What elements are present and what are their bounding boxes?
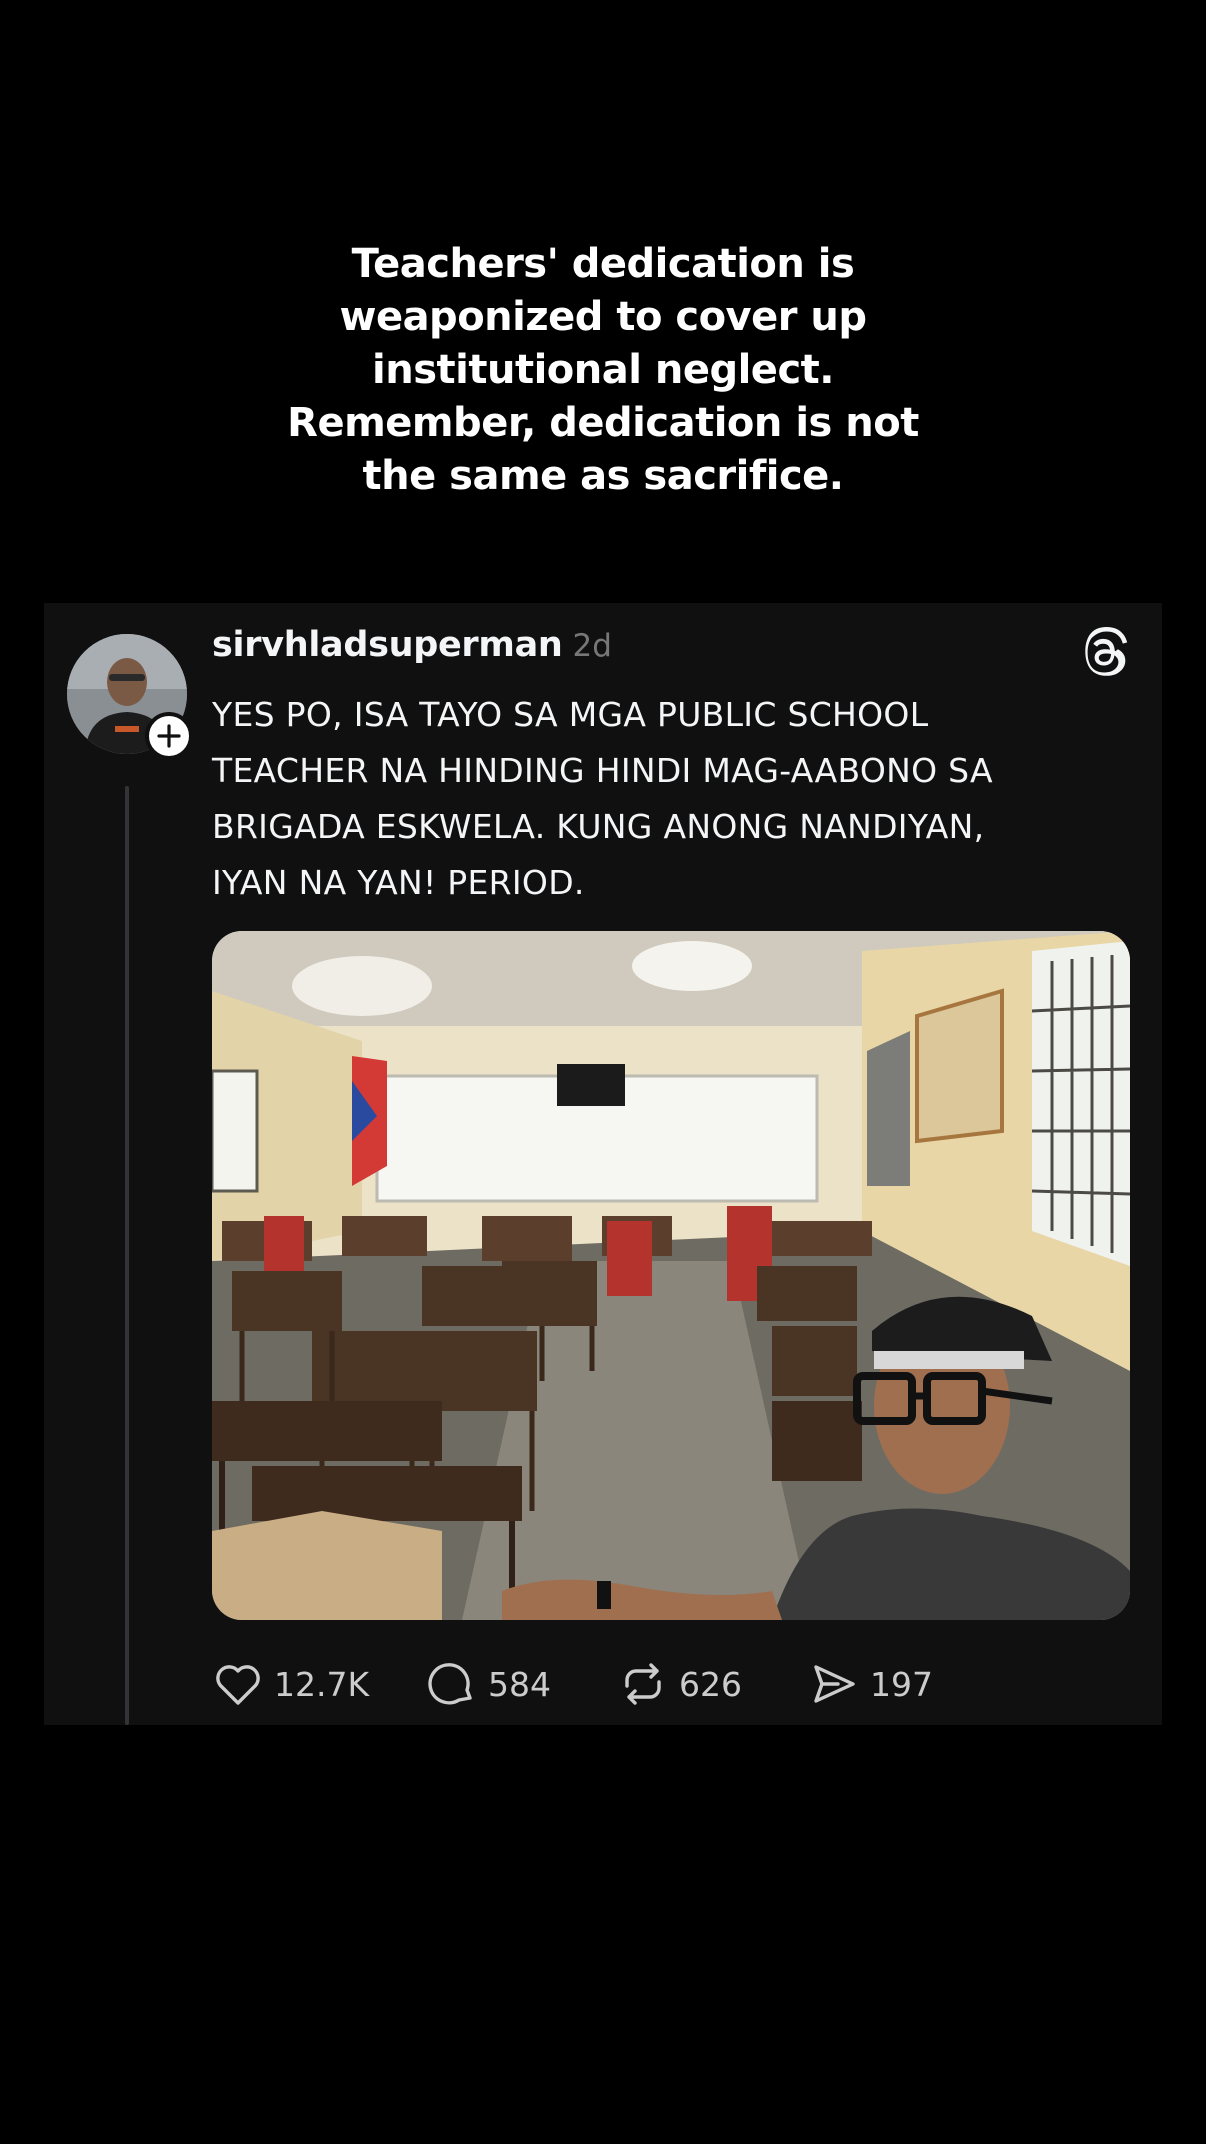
repost-icon [625,1663,661,1705]
reply-count: 584 [488,1664,551,1704]
post-text-line: IYAN NA YAN! PERIOD. [212,863,585,902]
post-text: YES PO, ISA TAYO SA MGA PUBLIC SCHOOL TE… [212,687,1142,911]
post-image[interactable] [212,931,1130,1620]
send-icon [814,1665,855,1703]
like-count: 12.7K [274,1664,370,1704]
share-button[interactable]: 197 [808,1656,933,1712]
caption-line: institutional neglect. [372,347,834,393]
caption-line: Teachers' dedication is [351,241,855,287]
post-header: sirvhladsuperman 2d [212,625,612,675]
repost-button[interactable]: 626 [617,1656,742,1712]
overlay-caption: Teachers' dedication is weaponized to co… [200,238,1006,503]
follow-button[interactable] [145,712,193,760]
caption-line: Remember, dedication is not [287,400,919,446]
share-count: 197 [870,1664,933,1704]
comment-icon [428,1663,472,1705]
reply-button[interactable]: 584 [426,1656,551,1712]
post-time: 2d [572,628,612,664]
heart-icon [216,1665,260,1705]
post-actions: 12.7K 584 626 197 [212,1656,1112,1712]
threads-post-card: sirvhladsuperman 2d YES PO, ISA TAYO SA … [44,603,1162,1725]
caption-line: the same as sacrifice. [362,453,844,499]
post-text-line: TEACHER NA HINDING HINDI MAG-AABONO SA [212,751,993,790]
caption-line: weaponized to cover up [339,294,867,340]
thread-line [125,786,129,1725]
username-link[interactable]: sirvhladsuperman [212,625,563,665]
post-text-line: YES PO, ISA TAYO SA MGA PUBLIC SCHOOL [212,695,929,734]
threads-logo-icon [1079,625,1129,681]
post-text-line: BRIGADA ESKWELA. KUNG ANONG NANDIYAN, [212,807,985,846]
plus-icon [157,724,181,748]
like-button[interactable]: 12.7K [212,1656,369,1712]
repost-count: 626 [679,1664,742,1704]
